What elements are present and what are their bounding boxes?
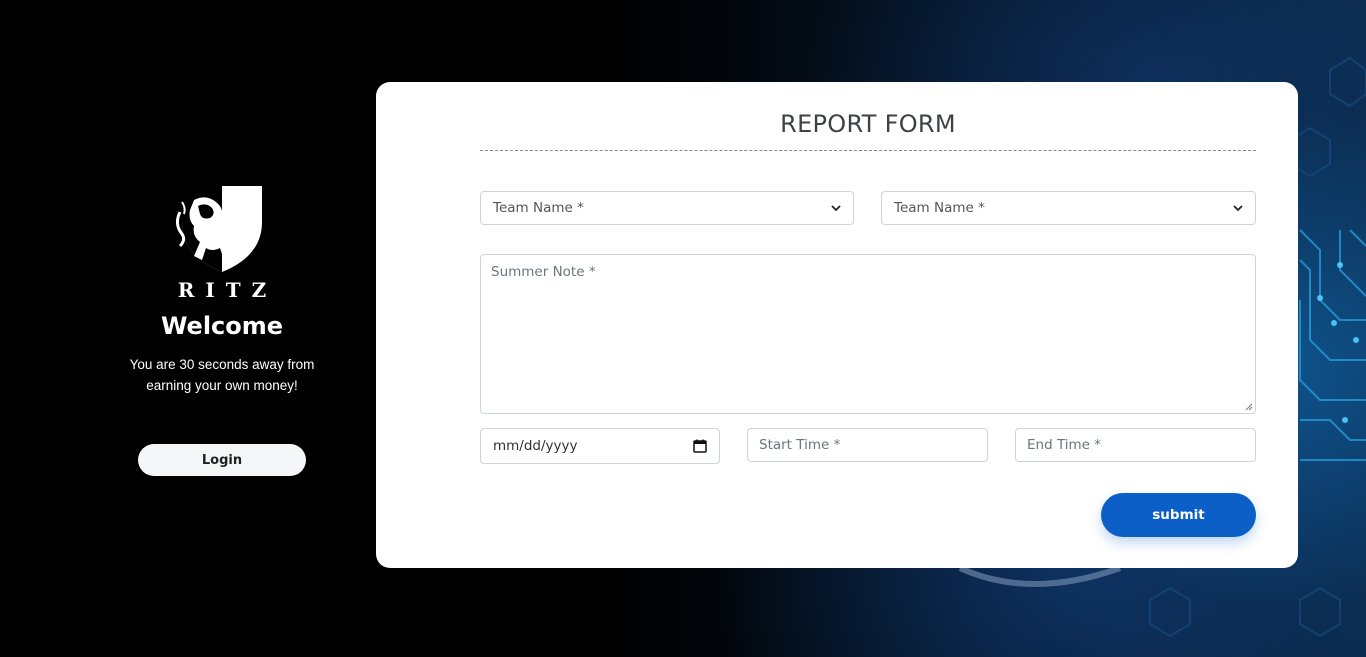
team-name-select-1-label: Team Name * [493, 200, 584, 216]
lion-shield-logo [175, 186, 262, 272]
team-name-select-2[interactable]: Team Name * [881, 191, 1256, 225]
calendar-icon[interactable] [693, 439, 707, 453]
summer-note-textarea[interactable]: Summer Note * [480, 254, 1256, 414]
end-time-placeholder: End Time * [1027, 437, 1102, 453]
welcome-panel: RITZ Welcome You are 30 seconds away fro… [108, 182, 336, 476]
chevron-down-icon [831, 205, 841, 212]
end-time-input[interactable]: End Time * [1015, 428, 1256, 462]
chevron-down-icon [1233, 205, 1243, 212]
start-time-input[interactable]: Start Time * [747, 428, 988, 462]
report-form-card: REPORT FORM Team Name * Team Name * Summ… [376, 82, 1298, 568]
form-title: REPORT FORM [480, 110, 1256, 151]
welcome-tagline: You are 30 seconds away from earning you… [129, 357, 315, 393]
date-input[interactable]: mm/dd/yyyy [480, 428, 720, 464]
submit-button[interactable]: submit [1101, 493, 1256, 537]
welcome-heading: Welcome [160, 312, 284, 340]
team-name-select-1[interactable]: Team Name * [480, 191, 854, 225]
team-name-select-2-label: Team Name * [894, 200, 985, 216]
start-time-placeholder: Start Time * [759, 437, 841, 453]
summer-note-placeholder: Summer Note * [491, 264, 596, 280]
date-input-placeholder: mm/dd/yyyy [493, 438, 578, 454]
resize-handle-icon[interactable] [1245, 403, 1253, 411]
login-button[interactable]: Login [138, 444, 306, 476]
brand-name: RITZ [177, 278, 278, 302]
